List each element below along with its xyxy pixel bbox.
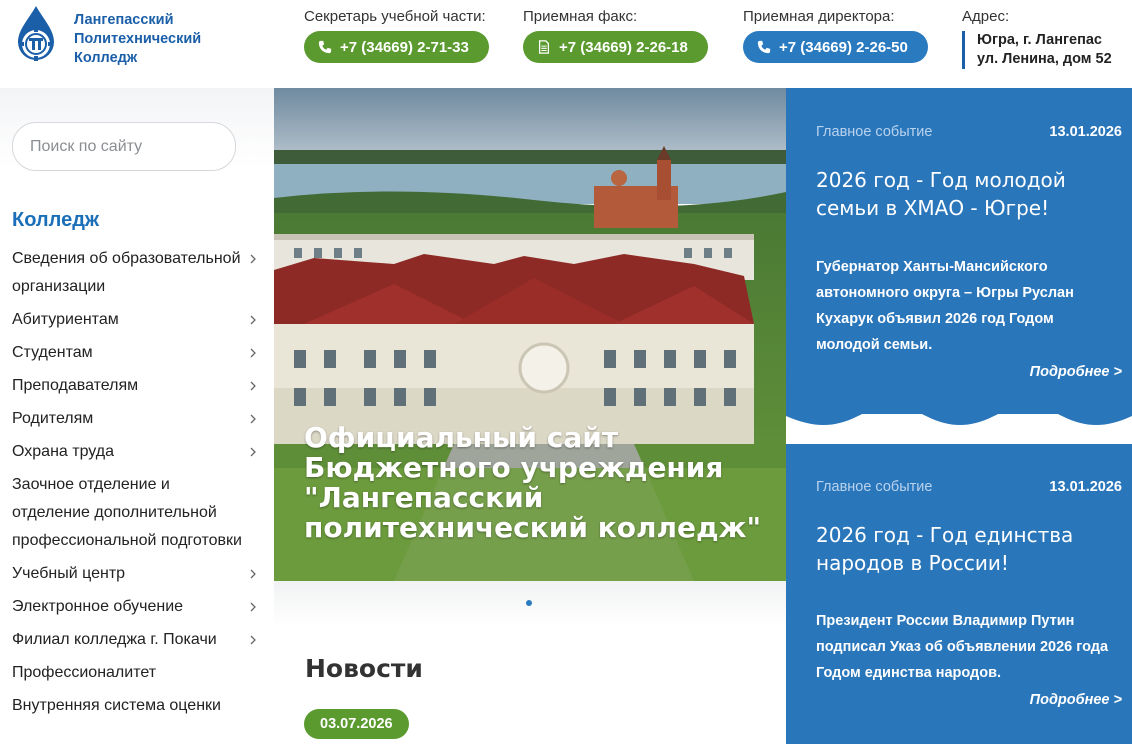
sidebar-menu-item-label: Преподавателям — [12, 377, 139, 394]
college-logo-text[interactable]: Лангепасский Политехнический Колледж — [74, 11, 201, 68]
phone-icon — [757, 40, 771, 54]
fax-icon — [538, 40, 550, 54]
sidebar-menu-item-label: Абитуриентам — [12, 311, 119, 328]
event-header: Главное событие 13.01.2026 — [816, 479, 1122, 495]
chevron-right-icon — [250, 569, 256, 579]
event-kind: Главное событие — [816, 124, 933, 140]
event-more-link[interactable]: Подробнее > — [1030, 364, 1122, 380]
main-events: Главное событие 13.01.2026 2026 год - Го… — [786, 88, 1132, 744]
address-block: Адрес: Югра, г. Лангепас ул. Ленина, дом… — [962, 8, 1112, 69]
news-section-title: Новости — [305, 654, 423, 683]
event-text: Президент России Владимир Путин подписал… — [816, 613, 1109, 681]
sidebar-menu-item-label: Учебный центр — [12, 565, 126, 582]
menu-title[interactable]: Колледж — [12, 209, 99, 232]
contact-label: Приемная директора: — [743, 8, 895, 25]
event-title-link[interactable]: 2026 год - Год молодой семьи в ХМАО - Юг… — [816, 166, 1126, 222]
sidebar: Колледж Сведения об образовательной орга… — [0, 88, 274, 744]
hero-slider[interactable]: Официальный сайт Бюджетного учреждения "… — [274, 88, 786, 581]
event-card: Главное событие 13.01.2026 2026 год - Го… — [786, 88, 1132, 414]
sidebar-menu-item[interactable]: Внутренняя система оценки — [12, 690, 262, 723]
phone-button-fax[interactable]: +7 (34669) 2-26-18 — [523, 31, 708, 63]
sidebar-menu-item[interactable]: Преподавателям — [12, 370, 262, 403]
slider-dot-active[interactable] — [526, 600, 532, 606]
chevron-right-icon — [250, 381, 256, 391]
contact-label: Секретарь учебной части: — [304, 8, 486, 25]
news-date-badge[interactable]: 03.07.2026 — [304, 709, 409, 739]
phone-number: +7 (34669) 2-26-50 — [779, 38, 908, 56]
chevron-right-icon — [250, 315, 256, 325]
site-header: Лангепасский Политехнический Колледж Сек… — [0, 0, 1132, 88]
hero-title: Официальный сайт Бюджетного учреждения "… — [304, 421, 762, 544]
sidebar-menu-item[interactable]: Охрана труда — [12, 436, 262, 469]
event-title-link[interactable]: 2026 год - Год единства народов в России… — [816, 521, 1126, 577]
sidebar-menu-item[interactable]: Филиал колледжа г. Покачи — [12, 624, 262, 657]
sidebar-menu-item[interactable]: Электронное обучение — [12, 591, 262, 624]
search-input[interactable] — [12, 122, 236, 171]
sidebar-menu-item-label: Родителям — [12, 410, 94, 427]
phone-button-director[interactable]: +7 (34669) 2-26-50 — [743, 31, 928, 63]
sidebar-menu-item[interactable]: Абитуриентам — [12, 304, 262, 337]
contact-fax: Приемная факс: +7 (34669) 2-26-18 — [523, 8, 708, 63]
address-label: Адрес: — [962, 8, 1010, 25]
sidebar-menu-item-label: Филиал колледжа г. Покачи — [12, 631, 217, 648]
event-card: Главное событие 13.01.2026 2026 год - Го… — [786, 444, 1132, 744]
college-logo-icon[interactable] — [10, 4, 62, 68]
phone-icon — [318, 40, 332, 54]
chevron-right-icon — [250, 602, 256, 612]
event-date: 13.01.2026 — [1049, 124, 1122, 140]
chevron-right-icon — [250, 447, 256, 457]
phone-number: +7 (34669) 2-26-18 — [559, 38, 688, 56]
sidebar-menu-item-label: Охрана труда — [12, 443, 114, 460]
sidebar-menu-item-label: Студентам — [12, 344, 93, 361]
sidebar-menu-item[interactable]: Родителям — [12, 403, 262, 436]
phone-button-secretary[interactable]: +7 (34669) 2-71-33 — [304, 31, 489, 63]
wave-divider — [786, 406, 1132, 425]
contact-secretary: Секретарь учебной части: +7 (34669) 2-71… — [304, 8, 489, 63]
sidebar-menu: Сведения об образовательной организации А… — [12, 243, 262, 723]
phone-number: +7 (34669) 2-71-33 — [340, 38, 469, 56]
event-more-link[interactable]: Подробнее > — [1030, 692, 1122, 708]
sidebar-menu-item-label: Сведения об образовательной организации — [12, 250, 241, 295]
contact-director: Приемная директора: +7 (34669) 2-26-50 — [743, 8, 928, 63]
sidebar-menu-item[interactable]: Учебный центр — [12, 558, 262, 591]
sidebar-menu-item[interactable]: Сведения об образовательной организации — [12, 243, 262, 304]
contact-label: Приемная факс: — [523, 8, 638, 25]
slider-pagination — [274, 581, 786, 627]
sidebar-menu-item-label: Заочное отделение и отделение дополнител… — [12, 476, 242, 549]
sidebar-menu-item-label: Профессионалитет — [12, 664, 157, 681]
sidebar-menu-item-label: Электронное обучение — [12, 598, 184, 615]
address-value: Югра, г. Лангепас ул. Ленина, дом 52 — [962, 31, 1112, 69]
sidebar-menu-item[interactable]: Студентам — [12, 337, 262, 370]
event-text: Губернатор Ханты-Мансийского автономного… — [816, 259, 1074, 353]
chevron-right-icon — [250, 635, 256, 645]
event-header: Главное событие 13.01.2026 — [816, 124, 1122, 140]
event-kind: Главное событие — [816, 479, 933, 495]
event-date: 13.01.2026 — [1049, 479, 1122, 495]
chevron-right-icon — [250, 254, 256, 264]
chevron-right-icon — [250, 414, 256, 424]
chevron-right-icon — [250, 348, 256, 358]
sidebar-menu-item-label: Внутренняя система оценки — [12, 697, 221, 714]
sidebar-menu-item[interactable]: Профессионалитет — [12, 657, 262, 690]
sidebar-menu-item[interactable]: Заочное отделение и отделение дополнител… — [12, 469, 262, 558]
